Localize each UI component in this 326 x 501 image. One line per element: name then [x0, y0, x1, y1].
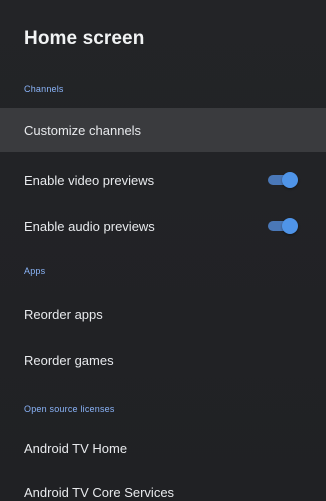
section-header-channels: Channels	[24, 84, 64, 94]
enable-video-previews-label: Enable video previews	[24, 172, 155, 188]
reorder-games-label: Reorder games	[24, 352, 114, 368]
page-title: Home screen	[24, 28, 145, 49]
enable-video-previews-item[interactable]: Enable video previews	[0, 158, 326, 202]
video-previews-toggle[interactable]	[268, 172, 298, 188]
license-item-label: Android TV Core Services	[24, 484, 175, 500]
section-header-open-source-licenses: Open source licenses	[24, 404, 115, 414]
customize-channels-item[interactable]: Customize channels	[0, 108, 326, 152]
reorder-apps-label: Reorder apps	[24, 306, 103, 322]
home-screen-settings-panel: Home screen Channels Customize channels …	[0, 0, 326, 501]
reorder-games-item[interactable]: Reorder games	[0, 338, 326, 382]
customize-channels-label: Customize channels	[24, 122, 142, 138]
license-item-android-tv-home[interactable]: Android TV Home	[0, 426, 326, 470]
enable-audio-previews-item[interactable]: Enable audio previews	[0, 204, 326, 248]
toggle-thumb	[282, 218, 298, 234]
toggle-thumb	[282, 172, 298, 188]
license-item-label: Android TV Home	[24, 440, 128, 456]
license-item-android-tv-core-services[interactable]: Android TV Core Services	[0, 470, 326, 501]
audio-previews-toggle[interactable]	[268, 218, 298, 234]
reorder-apps-item[interactable]: Reorder apps	[0, 292, 326, 336]
section-header-apps: Apps	[24, 266, 46, 276]
enable-audio-previews-label: Enable audio previews	[24, 218, 155, 234]
